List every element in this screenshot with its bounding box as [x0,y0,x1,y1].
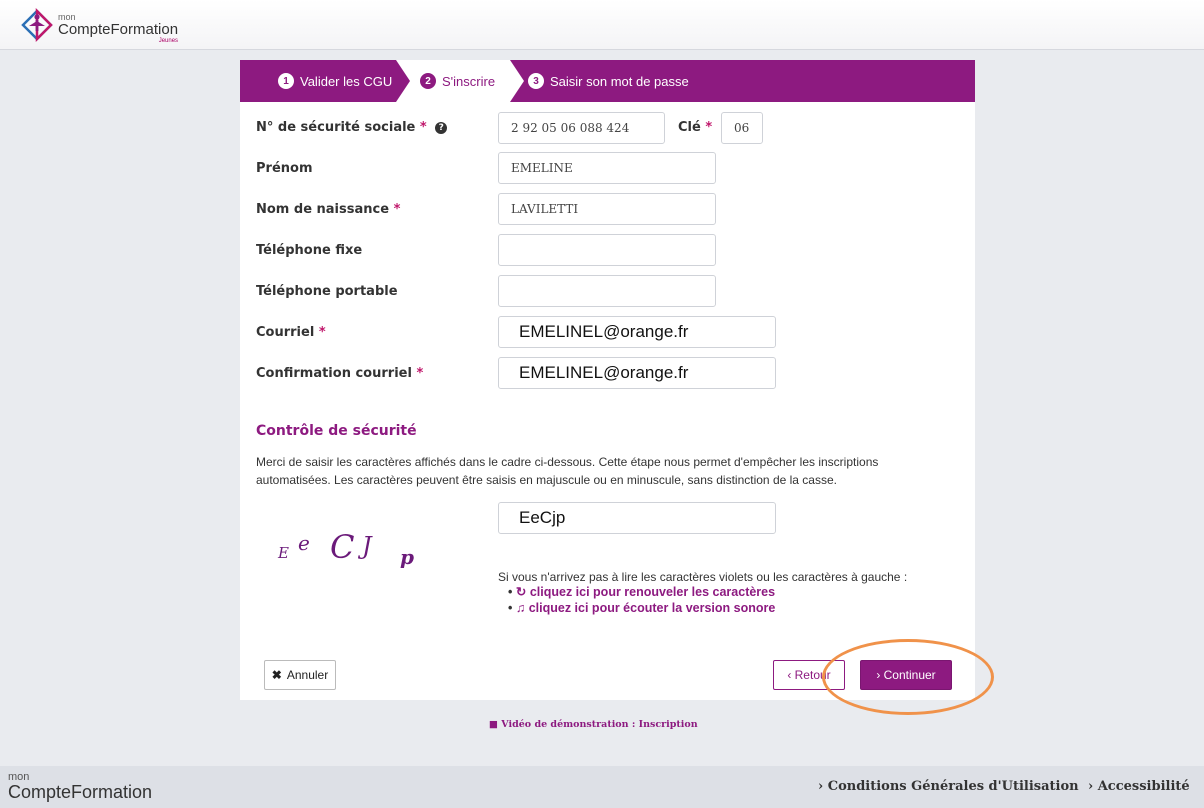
footer-logo[interactable]: mon CompteFormation [8,772,153,802]
captcha-char: C [330,528,354,566]
courriel-label: Courriel * [256,325,326,340]
demo-video-link[interactable]: ■ Vidéo de démonstration : Inscription [489,719,698,730]
step-number: 3 [528,73,544,89]
tel-portable-input[interactable] [498,275,716,307]
registration-card: 1 Valider les CGU 2 S'inscrire 3 Saisir … [240,60,975,700]
nom-input[interactable]: LAVILETTI [498,193,716,225]
cancel-button[interactable]: ✖ Annuler [264,660,336,690]
captcha-char: J [357,532,373,560]
top-bar: mon CompteFormation Jeunes [0,0,1204,50]
step-set-password[interactable]: 3 Saisir son mot de passe [510,60,689,102]
nom-label: Nom de naissance * [256,202,401,217]
close-icon: ✖ [271,668,282,682]
footer: mon CompteFormation › Conditions Général… [0,766,1204,808]
cgu-link[interactable]: › Conditions Générales d'Utilisation [818,779,1079,794]
captcha-help-text: Si vous n'arrivez pas à lire les caractè… [498,570,908,584]
ssn-input[interactable]: 2 92 05 06 088 424 [498,112,665,144]
confirmation-courriel-label: Confirmation courriel * [256,366,424,381]
captcha-image: E e C J p [270,522,470,572]
required-mark: * [419,120,427,135]
music-note-icon: ♫ [515,601,526,615]
security-text: Merci de saisir les caractères affichés … [256,455,879,487]
step-number: 1 [278,73,294,89]
tel-fixe-input[interactable] [498,234,716,266]
captcha-char: p [400,545,414,569]
prenom-input[interactable]: EMELINE [498,152,716,184]
logo-sub-text: Jeunes [158,38,179,44]
courriel-input[interactable]: EMELINEL@orange.fr [498,316,776,348]
ssn-label: N° de sécurité sociale * ? [256,120,448,135]
captcha-char: E [277,544,289,562]
video-camera-icon: ■ [489,719,498,730]
step-label: S'inscrire [442,73,496,89]
step-label: Valider les CGU [300,73,393,89]
captcha-input[interactable]: EeCjp [498,502,776,534]
cle-input[interactable]: 06 [721,112,763,144]
accessibility-link[interactable]: › Accessibilité [1088,779,1190,794]
captcha-char: e [298,531,310,555]
security-title: Contrôle de sécurité [256,423,417,439]
renew-captcha-link[interactable]: ↻ cliquez ici pour renouveler les caract… [508,584,907,600]
cle-label: Clé * [678,120,713,135]
highlight-circle [822,639,994,715]
tel-fixe-label: Téléphone fixe [256,243,363,258]
prenom-label: Prénom [256,161,313,176]
step-register[interactable]: 2 S'inscrire [396,60,524,102]
logo-diamond-icon [20,7,54,43]
step-label: Saisir son mot de passe [550,73,689,89]
logo-name-text: CompteFormation [58,21,179,38]
captcha-help: Si vous n'arrivez pas à lire les caractè… [498,570,907,616]
footer-logo-name: CompteFormation [8,782,153,802]
tel-portable-label: Téléphone portable [256,284,398,299]
step-number: 2 [420,73,436,89]
audio-captcha-link[interactable]: ♫ cliquez ici pour écouter la version so… [508,600,907,616]
help-icon[interactable]: ? [435,122,448,134]
confirmation-courriel-input[interactable]: EMELINEL@orange.fr [498,357,776,389]
step-validate-cgu[interactable]: 1 Valider les CGU [240,60,410,102]
logo[interactable]: mon CompteFormation Jeunes [20,7,179,44]
refresh-icon: ↻ [515,585,527,599]
step-progress-bar: 1 Valider les CGU 2 S'inscrire 3 Saisir … [240,60,975,102]
